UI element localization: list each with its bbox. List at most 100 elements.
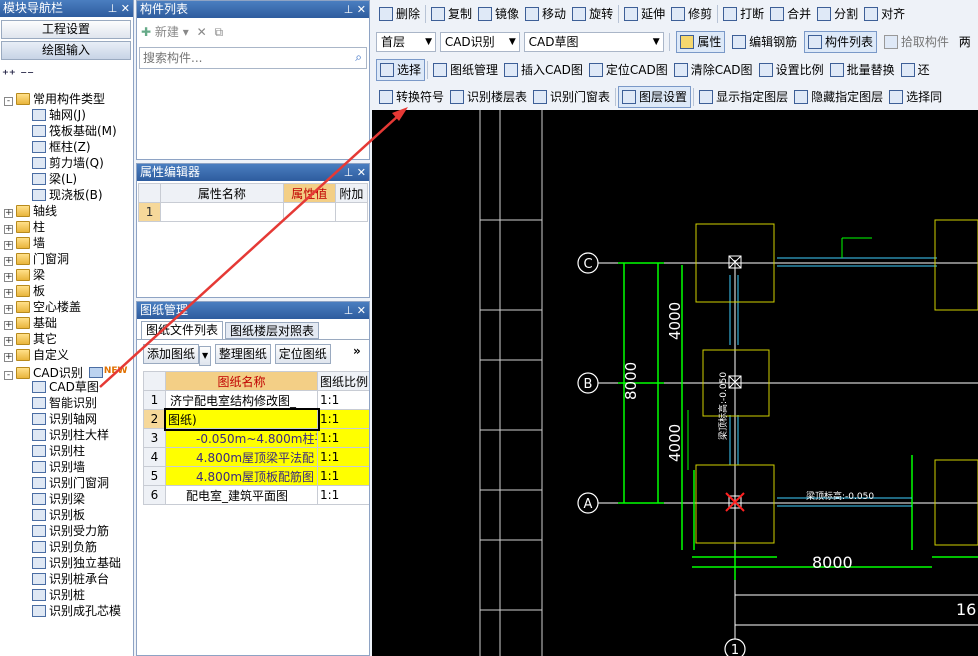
- toolbar-button[interactable]: 延伸: [621, 3, 668, 25]
- toolbar-button[interactable]: 移动: [522, 3, 569, 25]
- toolbar-button[interactable]: 分割: [814, 3, 861, 25]
- tree-item[interactable]: + 门窗洞: [4, 251, 69, 267]
- tree-item[interactable]: 轴网(J): [22, 107, 86, 123]
- toolbar-button[interactable]: 对齐: [861, 3, 908, 25]
- drawing-name-cell[interactable]: 济宁配电室结构修改图_: [165, 390, 318, 410]
- toolbar-button[interactable]: 设置比例: [756, 59, 827, 81]
- collapse-icon[interactable]: -: [4, 371, 13, 380]
- drawing-name-cell[interactable]: -0.050m~4.800m柱平: [165, 428, 318, 448]
- tree-item[interactable]: - 常用构件类型: [4, 91, 105, 107]
- toolbar-button[interactable]: 显示指定图层: [696, 86, 791, 108]
- expand-collapse-all-icon[interactable]: ⁺⁺ ⁻⁻: [2, 68, 34, 83]
- tree-item[interactable]: 识别独立基础: [22, 555, 121, 571]
- toolbar-button[interactable]: 图纸管理: [430, 59, 501, 81]
- expand-icon[interactable]: +: [4, 289, 13, 298]
- tree-item[interactable]: - CAD识别 NEW: [4, 363, 127, 380]
- expand-icon[interactable]: +: [4, 209, 13, 218]
- drawing-scale-cell[interactable]: 1:1: [317, 447, 369, 467]
- tree-item[interactable]: 梁(L): [22, 171, 77, 187]
- toolbar-button[interactable]: 图层设置: [618, 86, 692, 108]
- drawing-name-cell[interactable]: 4.800m屋顶板配筋图: [165, 466, 318, 486]
- locate-drawing-button[interactable]: 定位图纸: [274, 344, 331, 364]
- component-search-box[interactable]: ⌕: [139, 47, 367, 69]
- tree-item[interactable]: + 柱: [4, 219, 45, 235]
- tree-item[interactable]: 识别桩承台: [22, 571, 109, 587]
- more-toolbar-button[interactable]: 两: [956, 31, 974, 53]
- pin-close-icons[interactable]: ⊥ ✕: [344, 1, 366, 18]
- pin-close-icons[interactable]: ⊥ ✕: [344, 164, 366, 181]
- drawing-input-button[interactable]: 绘图输入: [1, 41, 131, 60]
- tree-item[interactable]: 框柱(Z): [22, 139, 91, 155]
- toolbar-button[interactable]: 识别楼层表: [447, 86, 530, 108]
- floor-select[interactable]: 首层 ▼: [376, 32, 436, 52]
- cad-identify-select[interactable]: CAD识别 ▼: [439, 32, 520, 52]
- table-row[interactable]: 4 4.800m屋顶梁平法配 1:1: [143, 447, 369, 467]
- delete-icon[interactable]: ✕: [197, 25, 207, 39]
- tree-item[interactable]: + 墙: [4, 235, 45, 251]
- table-row[interactable]: 5 4.800m屋顶板配筋图 1:1: [143, 466, 369, 486]
- toolbar-button[interactable]: 复制: [428, 3, 475, 25]
- properties-button[interactable]: 属性: [676, 31, 726, 53]
- tree-item[interactable]: 筏板基础(M): [22, 123, 117, 139]
- project-settings-button[interactable]: 工程设置: [1, 20, 131, 39]
- expand-icon[interactable]: +: [4, 273, 13, 282]
- tree-item[interactable]: 识别墙: [22, 459, 85, 475]
- tree-item[interactable]: 识别负筋: [22, 539, 97, 555]
- toolbar-button[interactable]: 打断: [720, 3, 767, 25]
- tab-floor-mapping[interactable]: 图纸楼层对照表: [225, 322, 320, 339]
- tree-item[interactable]: + 板: [4, 283, 45, 299]
- expand-icon[interactable]: +: [4, 225, 13, 234]
- toolbar-button[interactable]: 选择同: [886, 86, 945, 108]
- tree-item[interactable]: 识别门窗洞: [22, 475, 109, 491]
- drawing-scale-cell[interactable]: 1:1: [317, 466, 369, 486]
- toolbar-button[interactable]: 合并: [767, 3, 814, 25]
- tree-item[interactable]: 识别受力筋: [22, 523, 109, 539]
- toolbar-button[interactable]: 选择: [376, 59, 426, 81]
- table-row[interactable]: 6 配电室_建筑平面图 1:1: [143, 485, 369, 505]
- tree-item[interactable]: 智能识别: [22, 395, 97, 411]
- tree-item[interactable]: 现浇板(B): [22, 187, 103, 203]
- add-drawing-button[interactable]: 添加图纸: [143, 344, 200, 364]
- expand-icon[interactable]: +: [4, 337, 13, 346]
- expand-icon[interactable]: +: [4, 321, 13, 330]
- search-input[interactable]: [143, 49, 343, 67]
- more-button[interactable]: »: [353, 344, 361, 358]
- toolbar-button[interactable]: 修剪: [668, 3, 715, 25]
- tree-item[interactable]: + 空心楼盖: [4, 299, 81, 315]
- table-row[interactable]: 2 图纸) 1:1: [143, 407, 369, 431]
- drawing-scale-cell[interactable]: 1:1: [317, 390, 369, 410]
- tree-item[interactable]: 识别成孔芯模: [22, 603, 121, 619]
- table-row[interactable]: 3 -0.050m~4.800m柱平 1:1: [143, 428, 369, 448]
- drawing-name-cell[interactable]: 4.800m屋顶梁平法配: [165, 447, 318, 467]
- toolbar-button[interactable]: 还: [898, 59, 933, 81]
- cad-canvas[interactable]: C B A 1 4000 4000 8000 8000 16 梁顶标高:-0.0…: [372, 110, 978, 656]
- expand-icon[interactable]: +: [4, 353, 13, 362]
- tree-item[interactable]: + 轴线: [4, 203, 57, 219]
- tree-item[interactable]: 识别柱: [22, 443, 85, 459]
- cad-sketch-select[interactable]: CAD草图 ▼: [523, 32, 664, 52]
- tree-item[interactable]: + 梁: [4, 267, 45, 283]
- tree-item[interactable]: 识别桩: [22, 587, 85, 603]
- new-button[interactable]: 新建: [155, 25, 179, 39]
- drawing-name-cell[interactable]: 配电室_建筑平面图: [165, 485, 318, 505]
- component-list-button[interactable]: 构件列表: [804, 31, 878, 53]
- expand-icon[interactable]: +: [4, 305, 13, 314]
- drawing-scale-cell[interactable]: 1:1: [317, 485, 369, 505]
- pin-close-icons[interactable]: ⊥ ✕: [108, 0, 130, 17]
- toolbar-button[interactable]: 批量替换: [827, 59, 898, 81]
- search-icon[interactable]: ⌕: [355, 50, 362, 65]
- collapse-icon[interactable]: -: [4, 97, 13, 106]
- table-row[interactable]: 1 济宁配电室结构修改图_ 1:1: [143, 390, 369, 410]
- toolbar-button[interactable]: 插入CAD图: [501, 59, 586, 81]
- tree-item[interactable]: 识别柱大样: [22, 427, 109, 443]
- tree-item[interactable]: 识别梁: [22, 491, 85, 507]
- tree-item[interactable]: CAD草图: [22, 379, 99, 395]
- drawing-scale-cell[interactable]: 1:1: [317, 409, 369, 429]
- toolbar-button[interactable]: 删除: [376, 3, 423, 25]
- expand-icon[interactable]: +: [4, 241, 13, 250]
- tree-item[interactable]: + 其它: [4, 331, 57, 347]
- toolbar-button[interactable]: 定位CAD图: [586, 59, 671, 81]
- property-value-cell[interactable]: [282, 202, 336, 222]
- toolbar-button[interactable]: 清除CAD图: [671, 59, 756, 81]
- expand-icon[interactable]: +: [4, 257, 13, 266]
